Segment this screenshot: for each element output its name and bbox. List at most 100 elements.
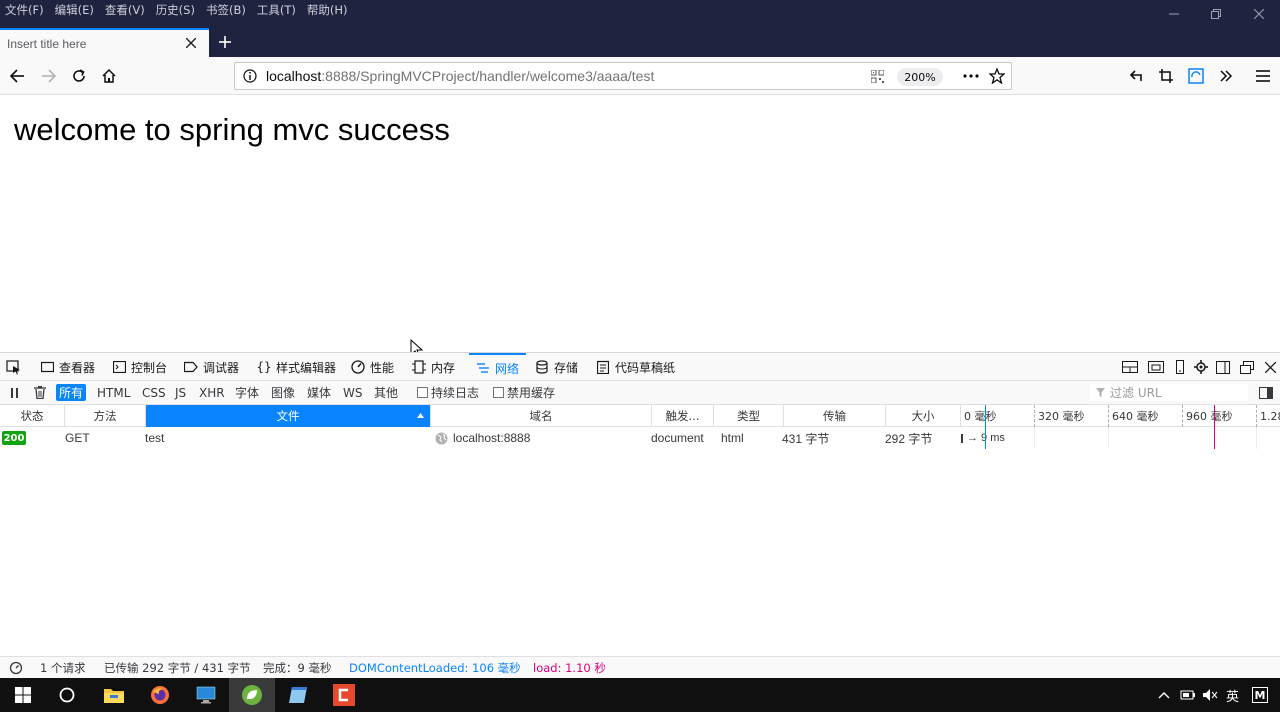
start-button[interactable]	[0, 678, 46, 712]
filter-js[interactable]: JS	[172, 384, 189, 401]
editor-c-icon	[333, 684, 355, 706]
column-file-label: 文件	[276, 409, 300, 423]
filter-all[interactable]: 所有	[56, 384, 87, 401]
url-text[interactable]: localhost:8888/SpringMVCProject/handler/…	[266, 68, 654, 84]
menu-help[interactable]: 帮助(H)	[307, 2, 348, 18]
summary-finish: 完成：9 毫秒	[263, 661, 332, 675]
page-actions-icon[interactable]	[963, 74, 979, 78]
taskbar-firefox[interactable]	[137, 678, 183, 712]
pause-button[interactable]	[8, 384, 22, 401]
load-marker	[1214, 405, 1215, 449]
persist-log-checkbox[interactable]: 持续日志	[414, 384, 482, 401]
performance-analysis-button[interactable]	[9, 657, 23, 679]
ime-indicator[interactable]: M	[1252, 678, 1268, 712]
filter-url-input[interactable]: 过滤 URL	[1090, 384, 1248, 401]
menu-tools[interactable]: 工具(T)	[257, 2, 296, 18]
clear-button[interactable]	[31, 384, 49, 401]
tab-network[interactable]: 网络	[469, 353, 527, 381]
reload-button[interactable]	[67, 64, 91, 88]
bookmark-star-icon[interactable]	[989, 68, 1005, 84]
language-indicator[interactable]: 英	[1226, 678, 1239, 712]
close-devtools-icon[interactable]	[1261, 359, 1279, 375]
element-picker-button[interactable]	[6, 353, 21, 381]
close-window-button[interactable]	[1237, 0, 1280, 28]
forward-button[interactable]	[37, 64, 61, 88]
volume-muted-icon[interactable]	[1202, 678, 1218, 712]
tab-performance[interactable]: 性能	[351, 353, 394, 381]
trash-icon	[34, 386, 46, 399]
tray-chevron-icon[interactable]	[1158, 678, 1170, 712]
column-file[interactable]: 文件	[146, 405, 431, 427]
undo-icon[interactable]	[1124, 64, 1148, 88]
table-row[interactable]: 200 GET test localhost:8888 document htm…	[0, 427, 1280, 449]
request-table-header: 状态 方法 文件 域名 触发... 类型 传输 大小 0 毫秒 320 毫秒 6…	[0, 405, 1280, 427]
screenshot-icon[interactable]	[1184, 64, 1208, 88]
home-icon	[102, 68, 116, 83]
responsive-design-icon[interactable]	[1171, 359, 1189, 375]
menu-file[interactable]: 文件(F)	[5, 2, 44, 18]
tab-scratchpad[interactable]: 代码草稿纸	[596, 353, 675, 381]
column-status[interactable]: 状态	[0, 405, 65, 427]
filter-other[interactable]: 其他	[371, 384, 401, 401]
url-bar[interactable]: localhost:8888/SpringMVCProject/handler/…	[234, 62, 1012, 90]
taskbar-editor[interactable]	[321, 678, 367, 712]
new-tab-button[interactable]	[214, 31, 236, 53]
menu-view[interactable]: 查看(V)	[105, 2, 145, 18]
home-button[interactable]	[97, 64, 121, 88]
url-path: :8888/SpringMVCProject/handler/welcome3/…	[321, 68, 655, 84]
filter-html[interactable]: HTML	[94, 384, 133, 401]
minimize-button[interactable]	[1152, 0, 1196, 28]
filter-css[interactable]: CSS	[139, 384, 169, 401]
taskbar-notepad[interactable]	[275, 678, 321, 712]
frame-select-icon[interactable]	[1147, 359, 1165, 375]
filter-media[interactable]: 媒体	[304, 384, 334, 401]
column-transferred[interactable]: 传输	[784, 405, 886, 427]
search-button[interactable]	[44, 678, 90, 712]
taskbar-remote-desktop[interactable]	[183, 678, 229, 712]
taskbar-spring-tool[interactable]	[229, 678, 275, 712]
column-type[interactable]: 类型	[714, 405, 784, 427]
request-domain: localhost:8888	[435, 427, 530, 449]
taskbar-file-explorer[interactable]	[91, 678, 137, 712]
restore-button[interactable]	[1194, 0, 1238, 28]
tab-storage[interactable]: 存储	[535, 353, 578, 381]
separate-window-icon[interactable]	[1238, 359, 1256, 375]
filter-ws[interactable]: WS	[340, 384, 365, 401]
filter-fonts[interactable]: 字体	[232, 384, 262, 401]
toggle-sidebar-icon[interactable]	[1256, 384, 1276, 401]
column-method[interactable]: 方法	[65, 405, 146, 427]
tab-style-editor[interactable]: {} 样式编辑器	[256, 353, 336, 381]
info-icon[interactable]	[243, 69, 257, 83]
menu-bookmarks[interactable]: 书签(B)	[206, 2, 246, 18]
request-cause: document	[651, 431, 704, 445]
tab-active[interactable]: Insert title here	[0, 28, 209, 57]
cortana-circle-icon	[59, 687, 75, 703]
split-console-icon[interactable]	[1121, 359, 1139, 375]
tab-inspector[interactable]: 查看器	[40, 353, 95, 381]
tab-console[interactable]: 控制台	[112, 353, 167, 381]
crop-icon[interactable]	[1154, 64, 1178, 88]
inspector-icon	[40, 360, 54, 374]
hamburger-menu-icon[interactable]	[1251, 64, 1275, 88]
overflow-chevron-icon[interactable]	[1214, 64, 1238, 88]
disable-cache-checkbox[interactable]: 禁用缓存	[490, 384, 558, 401]
devtools-panel: 查看器 控制台 调试器 {} 样式编辑器 性能 内存 网络 存储 代码草稿纸 所…	[0, 352, 1280, 678]
menu-history[interactable]: 历史(S)	[156, 2, 195, 18]
column-cause[interactable]: 触发...	[652, 405, 714, 427]
zoom-indicator[interactable]: 200%	[897, 68, 943, 86]
back-button[interactable]	[5, 64, 29, 88]
tab-close-button[interactable]	[182, 34, 200, 52]
qr-code-icon[interactable]	[871, 70, 884, 83]
request-waterfall: → 9 ms	[961, 427, 1005, 449]
settings-gear-icon[interactable]	[1192, 359, 1210, 375]
checkbox-box	[417, 387, 428, 398]
dock-side-icon[interactable]	[1214, 359, 1232, 375]
column-domain[interactable]: 域名	[431, 405, 652, 427]
menu-edit[interactable]: 编辑(E)	[55, 2, 94, 18]
column-size[interactable]: 大小	[886, 405, 961, 427]
tab-debugger[interactable]: 调试器	[184, 353, 239, 381]
tab-memory[interactable]: 内存	[412, 353, 455, 381]
battery-power-icon[interactable]	[1180, 678, 1196, 712]
filter-images[interactable]: 图像	[268, 384, 298, 401]
filter-xhr[interactable]: XHR	[196, 384, 228, 401]
